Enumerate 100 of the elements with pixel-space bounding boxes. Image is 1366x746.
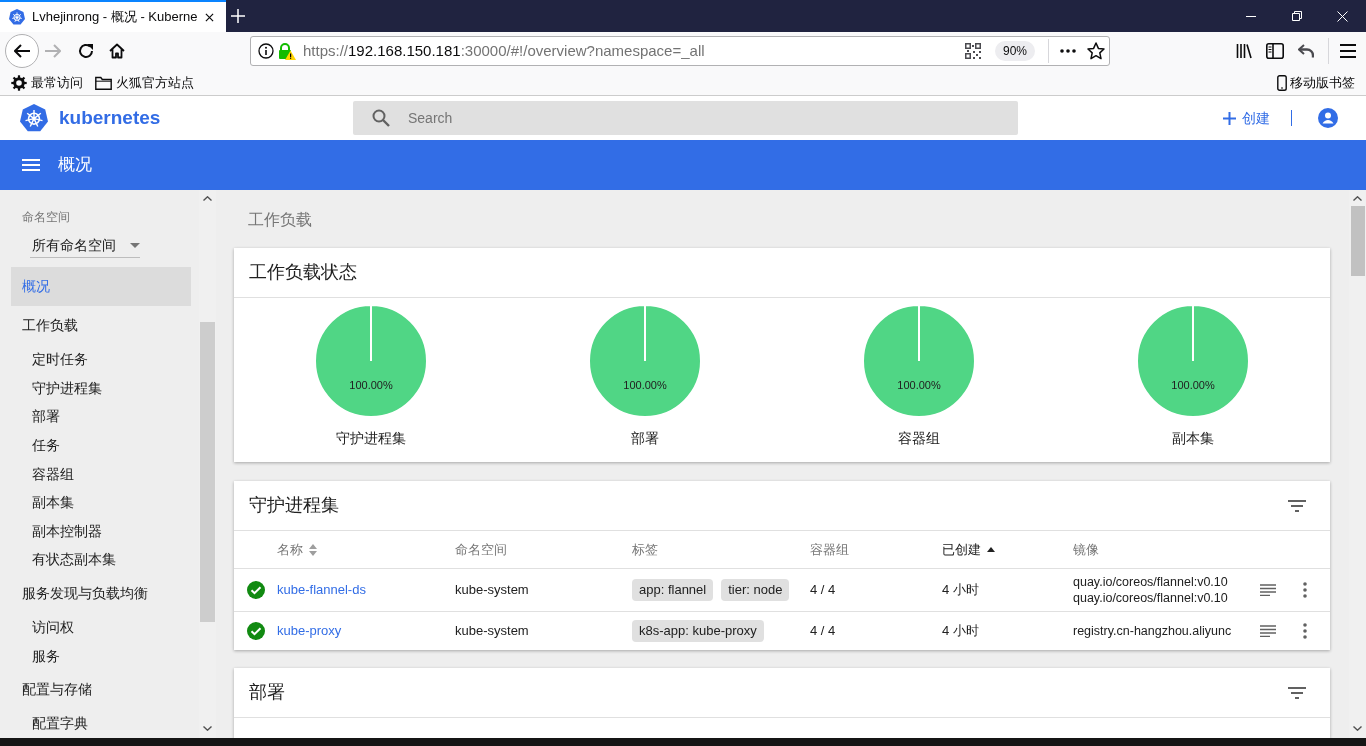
search-bar[interactable]: Search <box>353 101 1018 135</box>
sidebar-subitem[interactable]: 访问权 <box>11 613 191 642</box>
label-chip: app: flannel <box>632 579 714 601</box>
table-cell: 4 / 4 <box>810 623 836 639</box>
wheel-logo-icon[interactable] <box>20 104 48 132</box>
sidebar-subitem[interactable]: 有状态副本集 <box>11 545 191 575</box>
plus-icon[interactable] <box>231 9 246 23</box>
sort-arrows-icon[interactable] <box>309 543 317 556</box>
info-icon[interactable] <box>258 43 274 59</box>
chevron-down-icon[interactable] <box>203 726 212 731</box>
search-input[interactable]: Search <box>408 106 1018 130</box>
more-vert-icon[interactable] <box>1303 582 1307 598</box>
column-header: 镜像 <box>1073 540 1099 559</box>
browser-tab[interactable]: Lvhejinrong - 概况 - Kuberne <box>0 0 227 32</box>
sidebar-subitem[interactable]: 守护进程集 <box>11 374 191 403</box>
table-cell: 4 小时 <box>942 623 979 639</box>
table-cell: kube-system <box>455 582 529 598</box>
sidebar-item[interactable]: 服务发现与负载均衡 <box>11 574 191 614</box>
table-cell: kube-system <box>455 623 529 639</box>
more-vert-icon[interactable] <box>1303 623 1307 639</box>
phone-icon <box>1277 74 1287 91</box>
create-button[interactable]: 创建 <box>1223 107 1270 129</box>
close-icon[interactable] <box>205 12 215 22</box>
sidebar-subitem[interactable]: 服务 <box>11 641 191 671</box>
chevron-down-icon[interactable] <box>1353 726 1362 731</box>
url-text[interactable]: https://192.168.150.181:30000/#!/overview?namespace=_all <box>303 39 705 63</box>
sort-up-icon[interactable] <box>987 547 995 552</box>
logo-text[interactable]: kubernetes <box>59 103 161 133</box>
reload-icon[interactable] <box>78 43 94 59</box>
table-cell: 4 小时 <box>942 582 979 598</box>
sidebar-subitem[interactable]: 配置字典 <box>11 709 191 738</box>
qr-code-icon[interactable] <box>965 43 981 59</box>
address-bar[interactable]: https://192.168.150.181:30000/#!/overview?namespace=_all 90% <box>250 36 1110 66</box>
card-title: 守护进程集 <box>249 494 339 517</box>
more-icon[interactable] <box>1060 49 1076 53</box>
plus-icon <box>1223 111 1236 125</box>
filter-icon[interactable] <box>1288 499 1306 512</box>
bookmark-item[interactable]: 最常访问 <box>11 72 83 93</box>
label-chip: tier: node <box>721 579 790 601</box>
column-header: 标签 <box>632 540 658 559</box>
menu-icon[interactable] <box>1340 44 1356 58</box>
gear-icon <box>11 74 27 91</box>
minimize-icon[interactable] <box>1246 15 1256 17</box>
chart-title: 副本集 <box>1172 429 1214 448</box>
pie-value-label: 100.00% <box>623 379 667 392</box>
undo-arrow-icon[interactable] <box>1298 44 1314 58</box>
resource-name-link[interactable]: kube-proxy <box>277 623 342 639</box>
lines-icon[interactable] <box>1260 625 1276 637</box>
home-icon[interactable] <box>109 43 125 59</box>
sidebar-subitem[interactable]: 定时任务 <box>11 345 191 375</box>
sidebar-icon[interactable] <box>1266 43 1284 59</box>
search-icon[interactable] <box>372 109 390 127</box>
namespace-label: 命名空间 <box>22 209 70 225</box>
arrow-left-icon <box>14 44 30 58</box>
chevron-up-icon[interactable] <box>203 196 212 201</box>
sidebar-item[interactable]: 概况 <box>11 267 191 307</box>
namespace-select[interactable]: 所有命名空间 <box>30 233 140 259</box>
filter-icon[interactable] <box>1288 686 1306 699</box>
folder-icon <box>95 75 112 90</box>
image-name: quay.io/coreos/flannel:v0.10 <box>1073 574 1228 590</box>
sidebar-item[interactable]: 配置与存储 <box>11 670 191 710</box>
chart-title: 守护进程集 <box>336 429 406 448</box>
zoom-level-button[interactable]: 90% <box>995 41 1035 61</box>
sidebar-subitem[interactable]: 部署 <box>11 402 191 432</box>
column-header: 容器组 <box>810 540 849 559</box>
image-name: registry.cn-hangzhou.aliyunc <box>1073 623 1232 639</box>
chart-title: 部署 <box>631 429 659 448</box>
wheel-logo-icon <box>9 9 25 25</box>
star-icon[interactable] <box>1087 42 1105 60</box>
scrollbar-thumb[interactable] <box>200 322 215 622</box>
column-header[interactable]: 名称 <box>277 539 317 560</box>
sidebar-subitem[interactable]: 容器组 <box>11 459 191 489</box>
library-icon[interactable] <box>1236 43 1252 59</box>
column-header[interactable]: 已创建 <box>942 539 995 560</box>
sidebar-item[interactable]: 工作负载 <box>11 306 191 346</box>
resource-name-link[interactable]: kube-flannel-ds <box>277 582 366 598</box>
pie-value-label: 100.00% <box>897 379 941 392</box>
page-title: 概况 <box>58 154 92 177</box>
image-name: quay.io/coreos/flannel:v0.10 <box>1073 590 1228 606</box>
chevron-up-icon[interactable] <box>1353 196 1362 201</box>
scrollbar-thumb[interactable] <box>1350 206 1365 276</box>
section-title: 工作负载 <box>248 210 312 230</box>
table-cell: 4 / 4 <box>810 582 836 598</box>
account-icon[interactable] <box>1318 108 1338 128</box>
restore-icon[interactable] <box>1292 11 1302 21</box>
sidebar-subitem[interactable]: 副本控制器 <box>11 517 191 546</box>
back-button[interactable] <box>5 34 39 68</box>
bookmark-item[interactable]: 移动版书签 <box>1277 72 1355 93</box>
card-title: 工作负载状态 <box>249 261 357 284</box>
lines-icon[interactable] <box>1260 584 1276 596</box>
card-title: 部署 <box>249 681 285 704</box>
column-header: 命名空间 <box>455 540 507 559</box>
bookmark-item[interactable]: 火狐官方站点 <box>95 72 194 93</box>
label-chip: k8s-app: kube-proxy <box>632 620 764 642</box>
pie-value-label: 100.00% <box>349 379 393 392</box>
caret-down-icon <box>130 242 140 248</box>
sidebar-subitem[interactable]: 副本集 <box>11 488 191 518</box>
sidebar-subitem[interactable]: 任务 <box>11 431 191 460</box>
chart-title: 容器组 <box>898 429 940 448</box>
pie-value-label: 100.00% <box>1171 379 1215 392</box>
